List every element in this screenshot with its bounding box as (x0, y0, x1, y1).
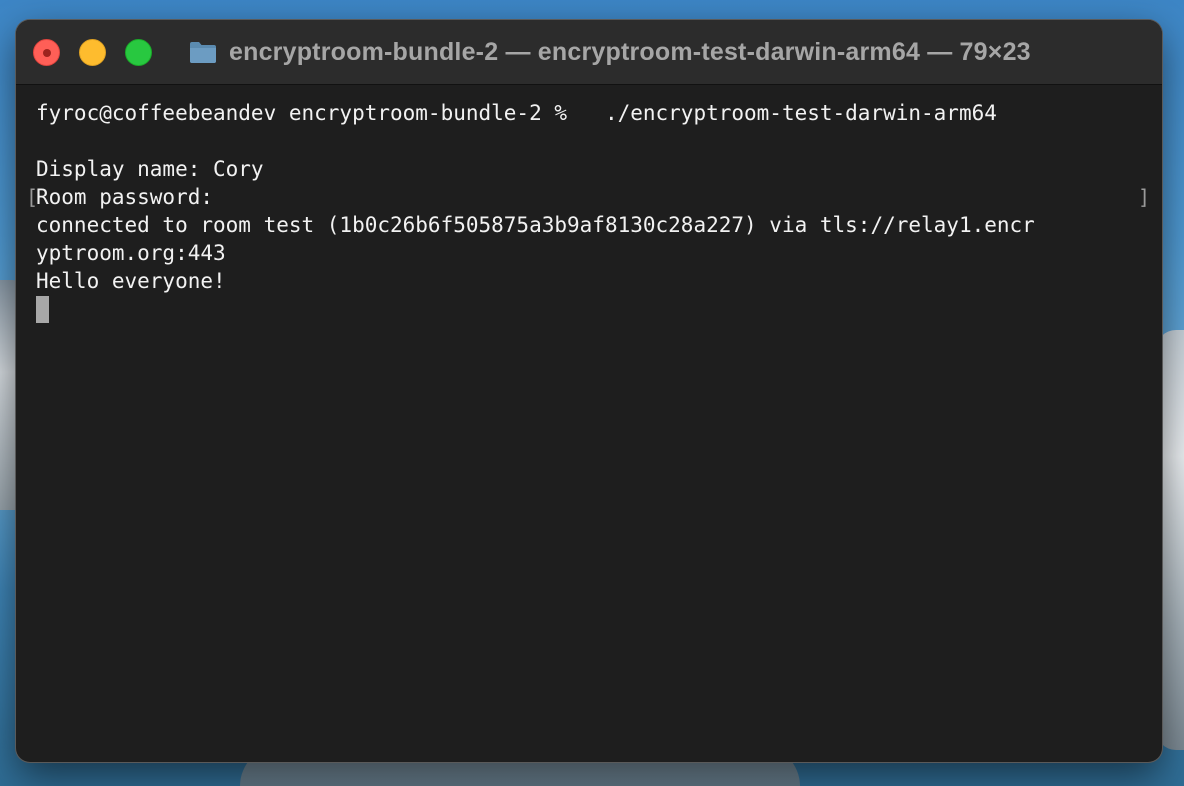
title-bar[interactable]: encryptroom-bundle-2 — encryptroom-test-… (16, 20, 1162, 85)
terminal-output[interactable]: fyroc@coffeebeandev encryptroom-bundle-2… (16, 85, 1162, 323)
terminal-window[interactable]: encryptroom-bundle-2 — encryptroom-test-… (16, 20, 1162, 762)
zoom-button[interactable] (125, 38, 152, 66)
mark-bracket-right: ] (1138, 185, 1151, 209)
output-line-connected-wrap: yptroom.org:443 (36, 241, 226, 265)
window-title: encryptroom-bundle-2 — encryptroom-test-… (229, 37, 1031, 66)
prompt-line: fyroc@coffeebeandev encryptroom-bundle-2… (36, 101, 997, 125)
window-title-area: encryptroom-bundle-2 — encryptroom-test-… (189, 38, 1031, 67)
window-controls (33, 38, 171, 66)
close-button[interactable] (33, 38, 60, 66)
text-cursor (36, 296, 49, 323)
output-line-display-name: Display name: Cory (36, 157, 264, 181)
folder-icon (190, 42, 216, 63)
cursor-line (36, 295, 1162, 323)
minimize-button[interactable] (79, 38, 106, 66)
output-line-room-password: Room password: (36, 185, 214, 209)
output-line-connected: connected to room test (1b0c26b6f505875a… (36, 213, 1035, 237)
mark-bracket-left: [ (26, 185, 39, 209)
output-line-message: Hello everyone! (36, 269, 226, 293)
